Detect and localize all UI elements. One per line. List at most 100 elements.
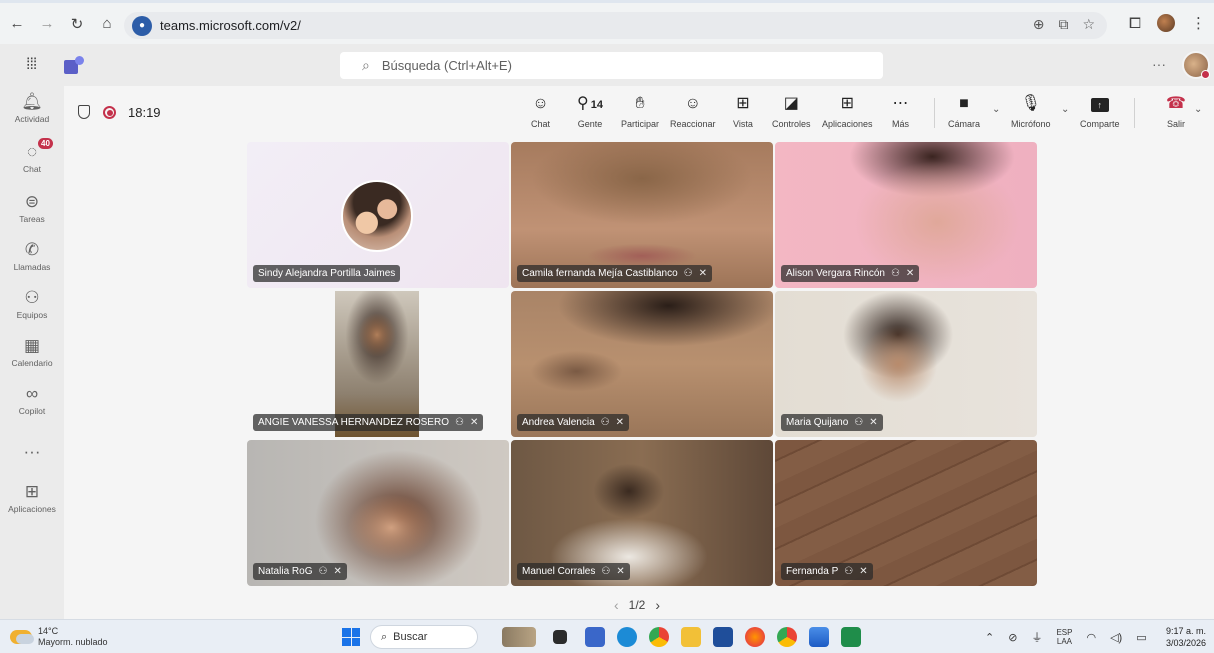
store-icon[interactable] — [713, 627, 733, 647]
search-placeholder: Búsqueda (Ctrl+Alt+E) — [381, 58, 512, 73]
taskbar-search[interactable]: ⌕ Buscar — [370, 625, 478, 649]
rail-item-copilot[interactable]: ∞ Copilot — [0, 384, 64, 416]
share-button[interactable]: ↑ Comparte — [1080, 94, 1120, 129]
shield-icon[interactable] — [78, 105, 90, 119]
firefox-icon[interactable] — [745, 627, 765, 647]
rail-item-calls[interactable]: ✆ Llamadas — [0, 240, 64, 272]
mic-muted-icon: ✕ — [698, 268, 707, 279]
controls-icon: ◪ — [783, 95, 799, 112]
volume-icon[interactable]: ◁) — [1110, 631, 1122, 644]
leave-options-chevron-icon[interactable]: ⌄ — [1194, 104, 1202, 115]
grid-view-icon: ⊞ — [736, 95, 750, 112]
mic-muted-icon: ✕ — [859, 566, 868, 577]
clock[interactable]: 9:17 a. m. 3/03/2026 — [1158, 625, 1206, 649]
participant-tile[interactable]: Camila fernanda Mejía Castiblanco ⚇ ✕ — [511, 142, 773, 288]
participant-tile[interactable]: ANGIE VANESSA HERNANDEZ ROSERO ⚇ ✕ — [247, 291, 509, 437]
mic-muted-icon: ✕ — [615, 417, 625, 428]
react-button[interactable]: ☺ Reaccionar — [670, 94, 716, 129]
more-button[interactable]: ⋯ Más — [892, 94, 909, 129]
participant-tile[interactable]: Sindy Alejandra Portilla Jaimes — [247, 142, 509, 288]
microphone-icon[interactable]: ⏚ — [1031, 629, 1042, 645]
people-count: 14 — [590, 99, 603, 111]
camera-button[interactable]: ■ Cámara — [948, 94, 980, 129]
rail-item-more[interactable]: ··· — [0, 442, 64, 462]
participant-tile[interactable]: Natalia RoG ⚇ ✕ — [247, 440, 509, 586]
forward-arrow-icon[interactable]: → — [34, 11, 60, 37]
microphone-options-chevron-icon[interactable]: ⌄ — [1061, 104, 1069, 115]
app-icon-blue[interactable] — [585, 627, 605, 647]
wifi-icon[interactable]: ◠ — [1086, 631, 1096, 644]
user-avatar[interactable] — [1182, 51, 1210, 79]
zoom-icon[interactable]: ⊕ — [1033, 16, 1045, 33]
hand-icon: ✋︎ — [635, 95, 645, 112]
rail-item-tasks[interactable]: ⊜ Tareas — [0, 192, 64, 224]
chrome-profile-icon[interactable] — [777, 627, 797, 647]
file-explorer-icon[interactable] — [681, 627, 701, 647]
camera-options-chevron-icon[interactable]: ⌄ — [992, 104, 1000, 115]
battery-icon[interactable]: ▭ — [1136, 631, 1146, 644]
date-text: 3/03/2026 — [1165, 638, 1206, 648]
participant-tile[interactable]: Manuel Corrales ⚇ ✕ — [511, 440, 773, 586]
participant-tile[interactable]: Maria Quijano ⚇ ✕ — [775, 291, 1037, 437]
camera-off-icon: ■ — [959, 95, 969, 112]
participant-name-tag: Fernanda P ⚇ ✕ — [781, 563, 873, 580]
profile-avatar[interactable] — [1157, 14, 1175, 32]
recording-icon[interactable] — [103, 106, 116, 119]
meeting-timer: 18:19 — [128, 105, 161, 120]
windows-taskbar: 14°C Mayorm. nublado ⌕ Buscar ⌃ ⊘ ⏚ ESP … — [0, 619, 1214, 653]
apps-button[interactable]: ⊞ Aplicaciones — [822, 94, 873, 129]
temperature: 14°C — [38, 626, 59, 636]
chat-icon: ◌ — [26, 142, 38, 161]
search-input[interactable]: ⌕ Búsqueda (Ctrl+Alt+E) — [340, 52, 883, 79]
url-text[interactable]: teams.microsoft.com/v2/ — [160, 18, 301, 33]
home-icon[interactable]: ⌂ — [94, 11, 120, 37]
app-launcher-icon[interactable]: ⁞⁞⁞ — [26, 56, 37, 74]
reload-icon[interactable]: ↻ — [64, 11, 90, 37]
excel-icon[interactable] — [841, 627, 861, 647]
cast-icon[interactable]: ⧉ — [1058, 16, 1068, 33]
raise-hand-button[interactable]: ✋︎ Participar — [621, 94, 659, 129]
rail-item-calendar[interactable]: ▦ Calendario — [0, 336, 64, 368]
rail-item-chat[interactable]: ◌ 40 Chat — [0, 138, 64, 174]
rail-item-activity[interactable]: 🔔︎ Actividad — [0, 92, 64, 124]
bookmark-star-icon[interactable]: ☆ — [1082, 16, 1095, 33]
previous-page-icon[interactable]: ‹ — [614, 597, 619, 613]
participant-icon: ⚇ — [844, 566, 854, 577]
leave-button[interactable]: ☎︎ Salir — [1166, 94, 1186, 129]
chevron-up-icon[interactable]: ⌃ — [985, 631, 994, 644]
meeting-toolbar: 18:19 ☺︎ Chat ⚲ 14 Gente ✋︎ Participar ☺ … — [64, 86, 1214, 140]
windows-start-icon[interactable] — [342, 628, 360, 646]
microphone-button[interactable]: 🎙︎ Micrófono — [1011, 94, 1051, 129]
next-page-icon[interactable]: › — [655, 597, 660, 613]
settings-more-icon[interactable]: ··· — [1152, 56, 1166, 72]
edge-icon[interactable] — [617, 627, 637, 647]
address-bar[interactable]: ● teams.microsoft.com/v2/ ⊕ ⧉ ☆ — [124, 12, 1107, 39]
participant-tile[interactable]: Fernanda P ⚇ ✕ — [775, 440, 1037, 586]
teams-logo — [64, 54, 86, 74]
gallery-pager: ‹ 1/2 › — [614, 597, 660, 613]
controls-button[interactable]: ◪ Controles — [772, 94, 811, 129]
weather-widget[interactable]: 14°C Mayorm. nublado — [10, 626, 108, 648]
view-button[interactable]: ⊞ Vista — [733, 94, 753, 129]
location-off-icon[interactable]: ⊘ — [1008, 631, 1017, 644]
site-info-icon[interactable]: ● — [132, 15, 152, 36]
participant-tile[interactable]: Alison Vergara Rincón ⚇ ✕ — [775, 142, 1037, 288]
participant-name-tag: Natalia RoG ⚇ ✕ — [253, 563, 347, 580]
chrome-icon[interactable] — [649, 627, 669, 647]
back-arrow-icon[interactable]: ← — [4, 11, 30, 37]
more-dots-icon: ··· — [23, 442, 41, 461]
chat-button[interactable]: ☺︎ Chat — [531, 94, 550, 129]
app-icon-files[interactable] — [809, 627, 829, 647]
mic-muted-icon: ✕ — [469, 417, 479, 428]
rail-item-teams[interactable]: ⚇ Equipos — [0, 288, 64, 320]
task-view-icon[interactable] — [553, 630, 567, 644]
widgets-icon[interactable] — [502, 627, 536, 647]
extensions-icon[interactable]: ⧠ — [1129, 15, 1141, 32]
participant-tile[interactable]: Andrea Valencia ⚇ ✕ — [511, 291, 773, 437]
language-indicator[interactable]: ESP LAA — [1056, 628, 1072, 646]
rail-item-apps[interactable]: ⊞ Aplicaciones — [0, 482, 64, 514]
menu-dots-icon[interactable]: ⋮ — [1191, 14, 1206, 32]
people-button[interactable]: ⚲ 14 Gente — [577, 94, 603, 129]
participant-icon: ⚇ — [454, 417, 464, 428]
taskbar-search-label: Buscar — [393, 631, 428, 643]
